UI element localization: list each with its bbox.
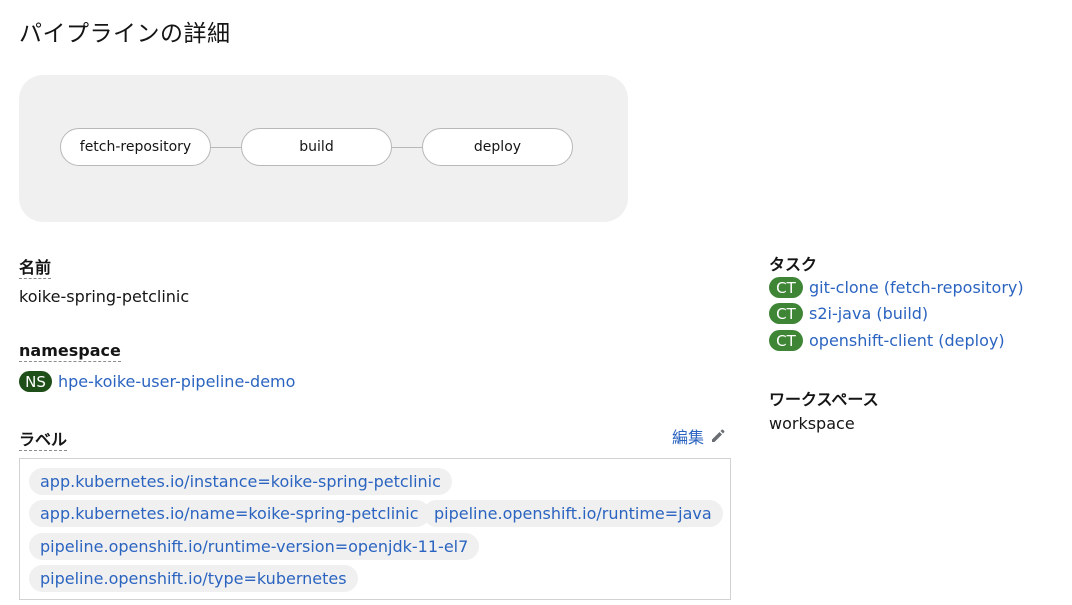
pipeline-node-deploy[interactable]: deploy [422, 128, 573, 166]
pipeline-node-build[interactable]: build [241, 128, 392, 166]
workspaces-label: ワークスペース [769, 390, 879, 409]
pipeline-edge [391, 147, 423, 148]
edit-labels-label: 編集 [672, 428, 705, 447]
pencil-icon [712, 429, 725, 442]
task-item: CT git-clone (fetch-repository) [769, 277, 1024, 298]
task-badge: CT [769, 303, 803, 324]
name-value: koike-spring-petclinic [19, 287, 190, 306]
task-badge: CT [769, 277, 803, 298]
task-badge: CT [769, 330, 803, 351]
label-chip[interactable]: app.kubernetes.io/instance=koike-spring-… [29, 468, 452, 495]
pipeline-edge [210, 147, 242, 148]
task-link[interactable]: git-clone (fetch-repository) [809, 278, 1024, 297]
pipeline-node-fetch-repository[interactable]: fetch-repository [60, 128, 211, 166]
page-title: パイプラインの詳細 [19, 21, 231, 47]
pipeline-topology: fetch-repository build deploy [19, 75, 628, 222]
labels-label: ラベル [19, 430, 68, 451]
label-chip[interactable]: pipeline.openshift.io/type=kubernetes [29, 565, 358, 592]
label-chip[interactable]: pipeline.openshift.io/runtime-version=op… [29, 533, 480, 560]
namespace-link[interactable]: hpe-koike-user-pipeline-demo [58, 372, 295, 391]
name-label: 名前 [19, 258, 52, 279]
task-item: CT s2i-java (build) [769, 303, 928, 324]
workspaces-value: workspace [769, 414, 855, 433]
task-link[interactable]: openshift-client (deploy) [809, 331, 1005, 350]
label-chip[interactable]: app.kubernetes.io/name=koike-spring-petc… [29, 500, 430, 527]
tasks-label: タスク [769, 255, 818, 274]
namespace-row: NS hpe-koike-user-pipeline-demo [19, 371, 295, 392]
namespace-label: namespace [19, 341, 121, 362]
task-item: CT openshift-client (deploy) [769, 330, 1005, 351]
labels-box: app.kubernetes.io/instance=koike-spring-… [19, 458, 731, 600]
namespace-badge: NS [19, 371, 52, 392]
label-chip[interactable]: pipeline.openshift.io/runtime=java [423, 500, 723, 527]
edit-labels-button[interactable]: 編集 [672, 424, 726, 448]
task-link[interactable]: s2i-java (build) [809, 304, 928, 323]
